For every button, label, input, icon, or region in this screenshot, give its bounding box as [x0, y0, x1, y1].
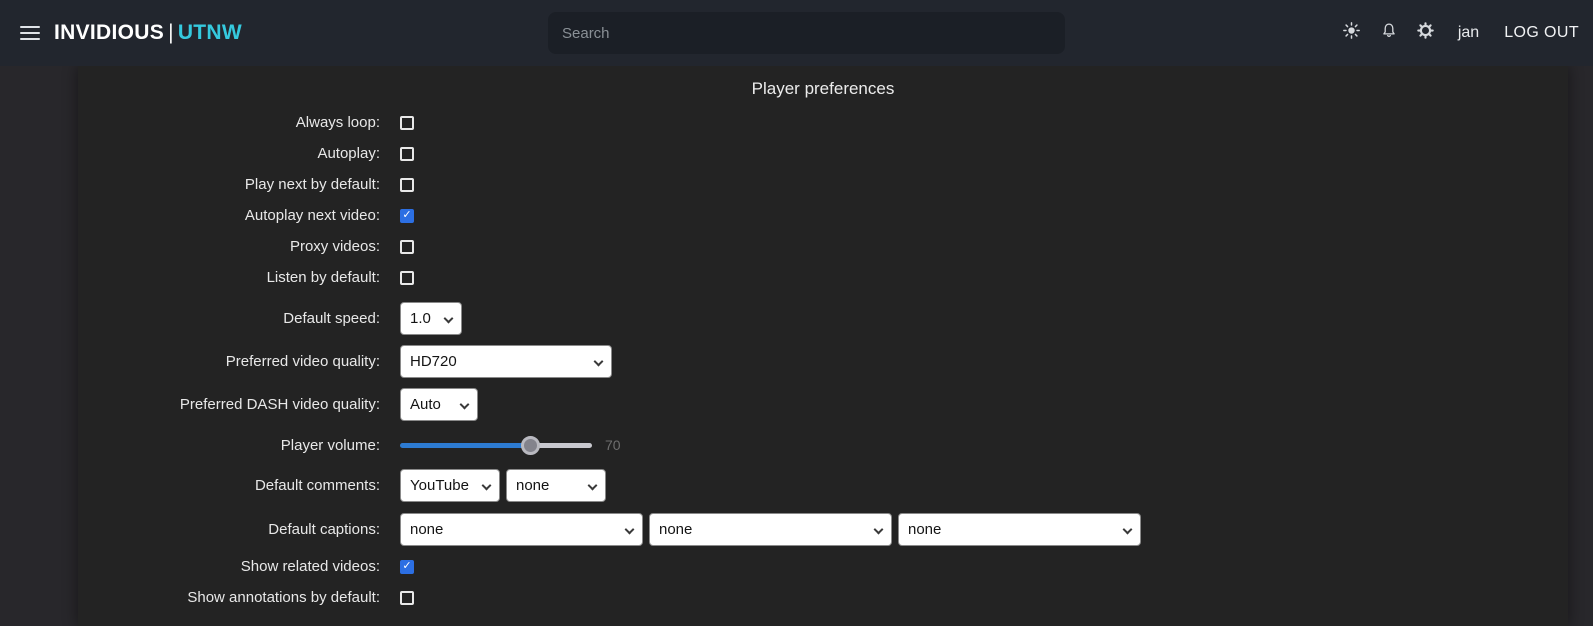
play-next-checkbox[interactable]: ✓ — [400, 178, 414, 192]
listen-by-default-checkbox[interactable]: ✓ — [400, 271, 414, 285]
pref-label: Listen by default: — [78, 269, 380, 286]
pref-label: Preferred DASH video quality: — [78, 396, 380, 413]
logo-separator: | — [164, 21, 178, 44]
pref-row-show-related: Show related videos: ✓ — [78, 551, 1568, 582]
preferred-video-quality-select[interactable]: HD720 — [400, 345, 612, 378]
search-input[interactable] — [548, 12, 1065, 54]
pref-row-default-comments: Default comments: YouTube none — [78, 464, 1568, 507]
bell-icon — [1381, 22, 1397, 44]
pref-row-autoplay-next: Autoplay next video: ✓ — [78, 200, 1568, 231]
default-captions-select-3[interactable]: none — [898, 513, 1141, 546]
pref-row-default-captions: Default captions: none none none — [78, 507, 1568, 551]
username-link[interactable]: jan — [1458, 24, 1479, 42]
pref-label: Proxy videos: — [78, 238, 380, 255]
autoplay-checkbox[interactable]: ✓ — [400, 147, 414, 161]
preferences-button[interactable] — [1415, 22, 1437, 44]
pref-label: Play next by default: — [78, 176, 380, 193]
navbar-right-actions: jan LOG OUT — [1341, 22, 1579, 44]
pref-row-proxy-videos: Proxy videos: ✓ — [78, 231, 1568, 262]
default-captions-select-2[interactable]: none — [649, 513, 892, 546]
instance-name: UTNW — [178, 21, 242, 44]
preferred-dash-quality-select[interactable]: Auto — [400, 388, 478, 421]
pref-label: Player volume: — [78, 437, 380, 454]
pref-label: Autoplay: — [78, 145, 380, 162]
pref-label: Default comments: — [78, 477, 380, 494]
top-navbar: INVIDIOUS|UTNW — [0, 0, 1593, 66]
player-volume-slider[interactable] — [400, 443, 592, 448]
page-title: Player preferences — [78, 79, 1568, 99]
theme-toggle-button[interactable] — [1341, 22, 1363, 44]
pref-label: Default speed: — [78, 310, 380, 327]
pref-label: Autoplay next video: — [78, 207, 380, 224]
pref-label: Always loop: — [78, 114, 380, 131]
proxy-videos-checkbox[interactable]: ✓ — [400, 240, 414, 254]
pref-label: Preferred video quality: — [78, 353, 380, 370]
preferences-page: Player preferences Always loop: ✓ Autopl… — [78, 66, 1568, 626]
hamburger-icon — [20, 26, 40, 28]
pref-row-preferred-quality: Preferred video quality: HD720 — [78, 340, 1568, 383]
pref-row-play-next: Play next by default: ✓ — [78, 169, 1568, 200]
notifications-button[interactable] — [1378, 22, 1400, 44]
default-comments-select-2[interactable]: none — [506, 469, 606, 502]
always-loop-checkbox[interactable]: ✓ — [400, 116, 414, 130]
autoplay-next-video-checkbox[interactable]: ✓ — [400, 209, 414, 223]
pref-row-default-speed: Default speed: 1.0 — [78, 297, 1568, 340]
pref-label: Show annotations by default: — [78, 589, 380, 606]
pref-label: Default captions: — [78, 521, 380, 538]
default-comments-select-1[interactable]: YouTube — [400, 469, 500, 502]
brand-logo[interactable]: INVIDIOUS|UTNW — [54, 21, 242, 45]
hamburger-menu-button[interactable] — [20, 26, 40, 40]
default-speed-select[interactable]: 1.0 — [400, 302, 462, 335]
player-preferences-form: Always loop: ✓ Autoplay: ✓ Play next by … — [78, 107, 1568, 613]
sun-icon — [1343, 22, 1360, 44]
gear-icon — [1417, 22, 1434, 44]
pref-row-player-volume: Player volume: 70 — [78, 426, 1568, 464]
brand-name: INVIDIOUS — [54, 21, 164, 44]
default-captions-select-1[interactable]: none — [400, 513, 643, 546]
pref-label: Show related videos: — [78, 558, 380, 575]
logout-link[interactable]: LOG OUT — [1504, 24, 1579, 42]
pref-row-autoplay: Autoplay: ✓ — [78, 138, 1568, 169]
check-icon: ✓ — [402, 210, 411, 221]
pref-row-listen-default: Listen by default: ✓ — [78, 262, 1568, 293]
show-related-videos-checkbox[interactable]: ✓ — [400, 560, 414, 574]
search-bar — [548, 12, 1065, 54]
check-icon: ✓ — [402, 561, 411, 572]
pref-row-dash-quality: Preferred DASH video quality: Auto — [78, 383, 1568, 426]
pref-row-show-annotations: Show annotations by default: ✓ — [78, 582, 1568, 613]
show-annotations-checkbox[interactable]: ✓ — [400, 591, 414, 605]
pref-row-always-loop: Always loop: ✓ — [78, 107, 1568, 138]
player-volume-value: 70 — [605, 437, 621, 453]
